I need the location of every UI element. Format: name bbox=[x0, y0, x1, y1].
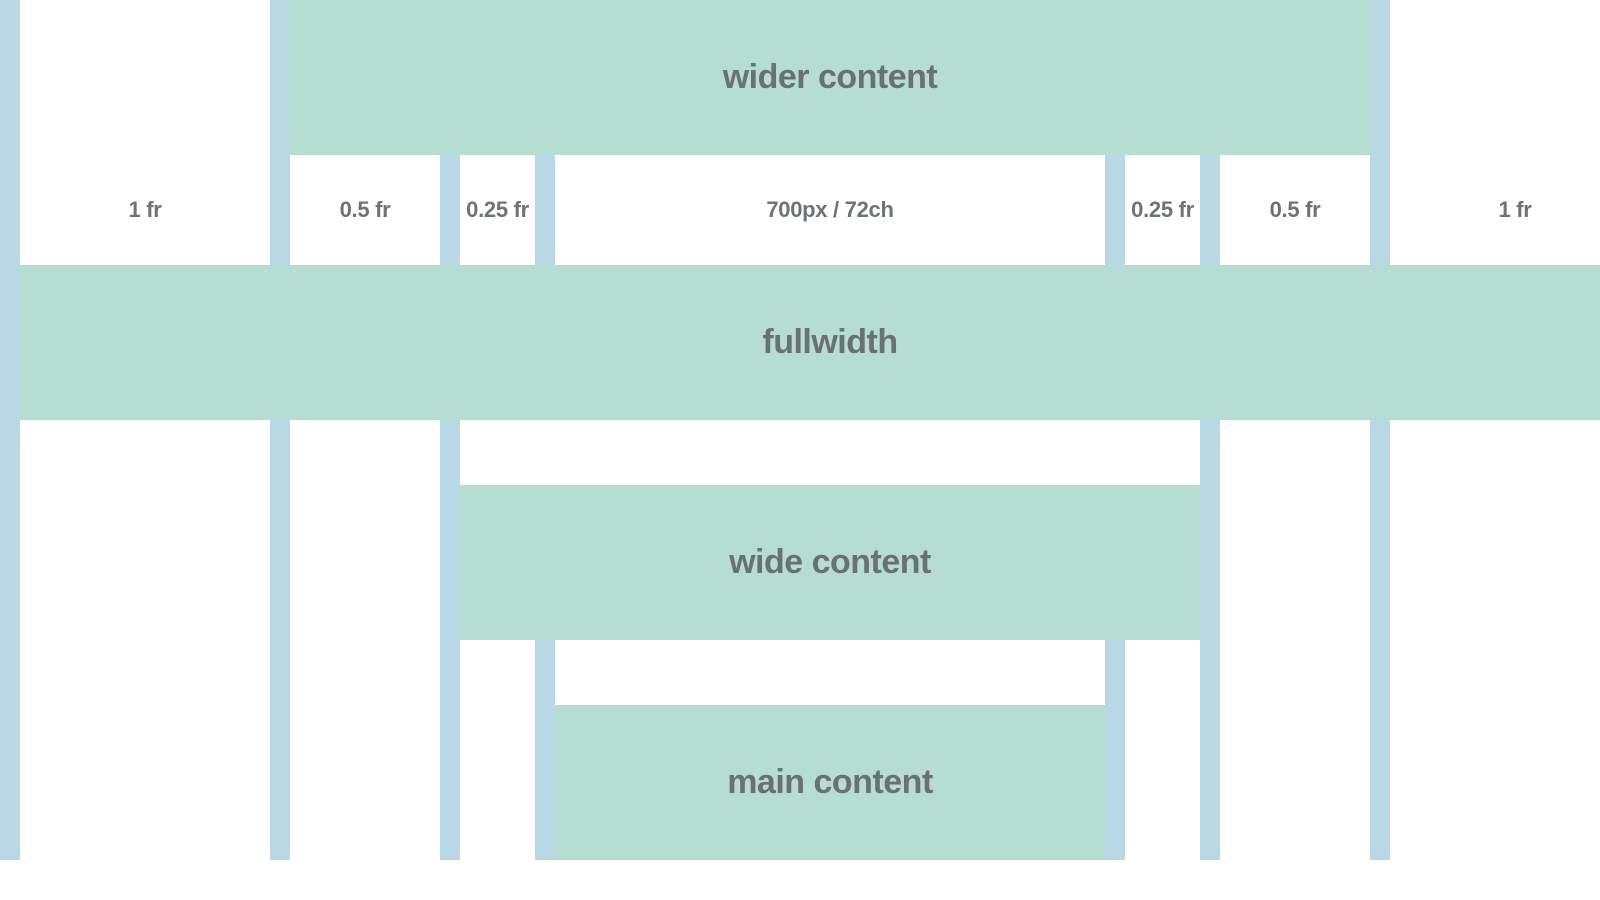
grid-diagram: wider content 1 fr 0.5 fr 0.25 fr 700px … bbox=[0, 0, 1600, 900]
gutter bbox=[1370, 0, 1390, 860]
band-main-content: main content bbox=[555, 705, 1105, 860]
col-label-1fr-left: 1 fr bbox=[20, 155, 270, 265]
band-fullwidth: fullwidth bbox=[20, 265, 1600, 420]
col-label-quarter-left: 0.25 fr bbox=[460, 155, 535, 265]
band-wide-content: wide content bbox=[460, 485, 1200, 640]
col-label-1fr-right: 1 fr bbox=[1390, 155, 1600, 265]
spacer bbox=[555, 640, 1105, 705]
gutter bbox=[0, 0, 20, 860]
col-label-half-left: 0.5 fr bbox=[290, 155, 440, 265]
col-label-main: 700px / 72ch bbox=[555, 155, 1105, 265]
band-wider-content: wider content bbox=[290, 0, 1370, 155]
col-label-quarter-right: 0.25 fr bbox=[1125, 155, 1200, 265]
col-label-half-right: 0.5 fr bbox=[1220, 155, 1370, 265]
gutter bbox=[270, 0, 290, 860]
spacer bbox=[460, 420, 1200, 485]
